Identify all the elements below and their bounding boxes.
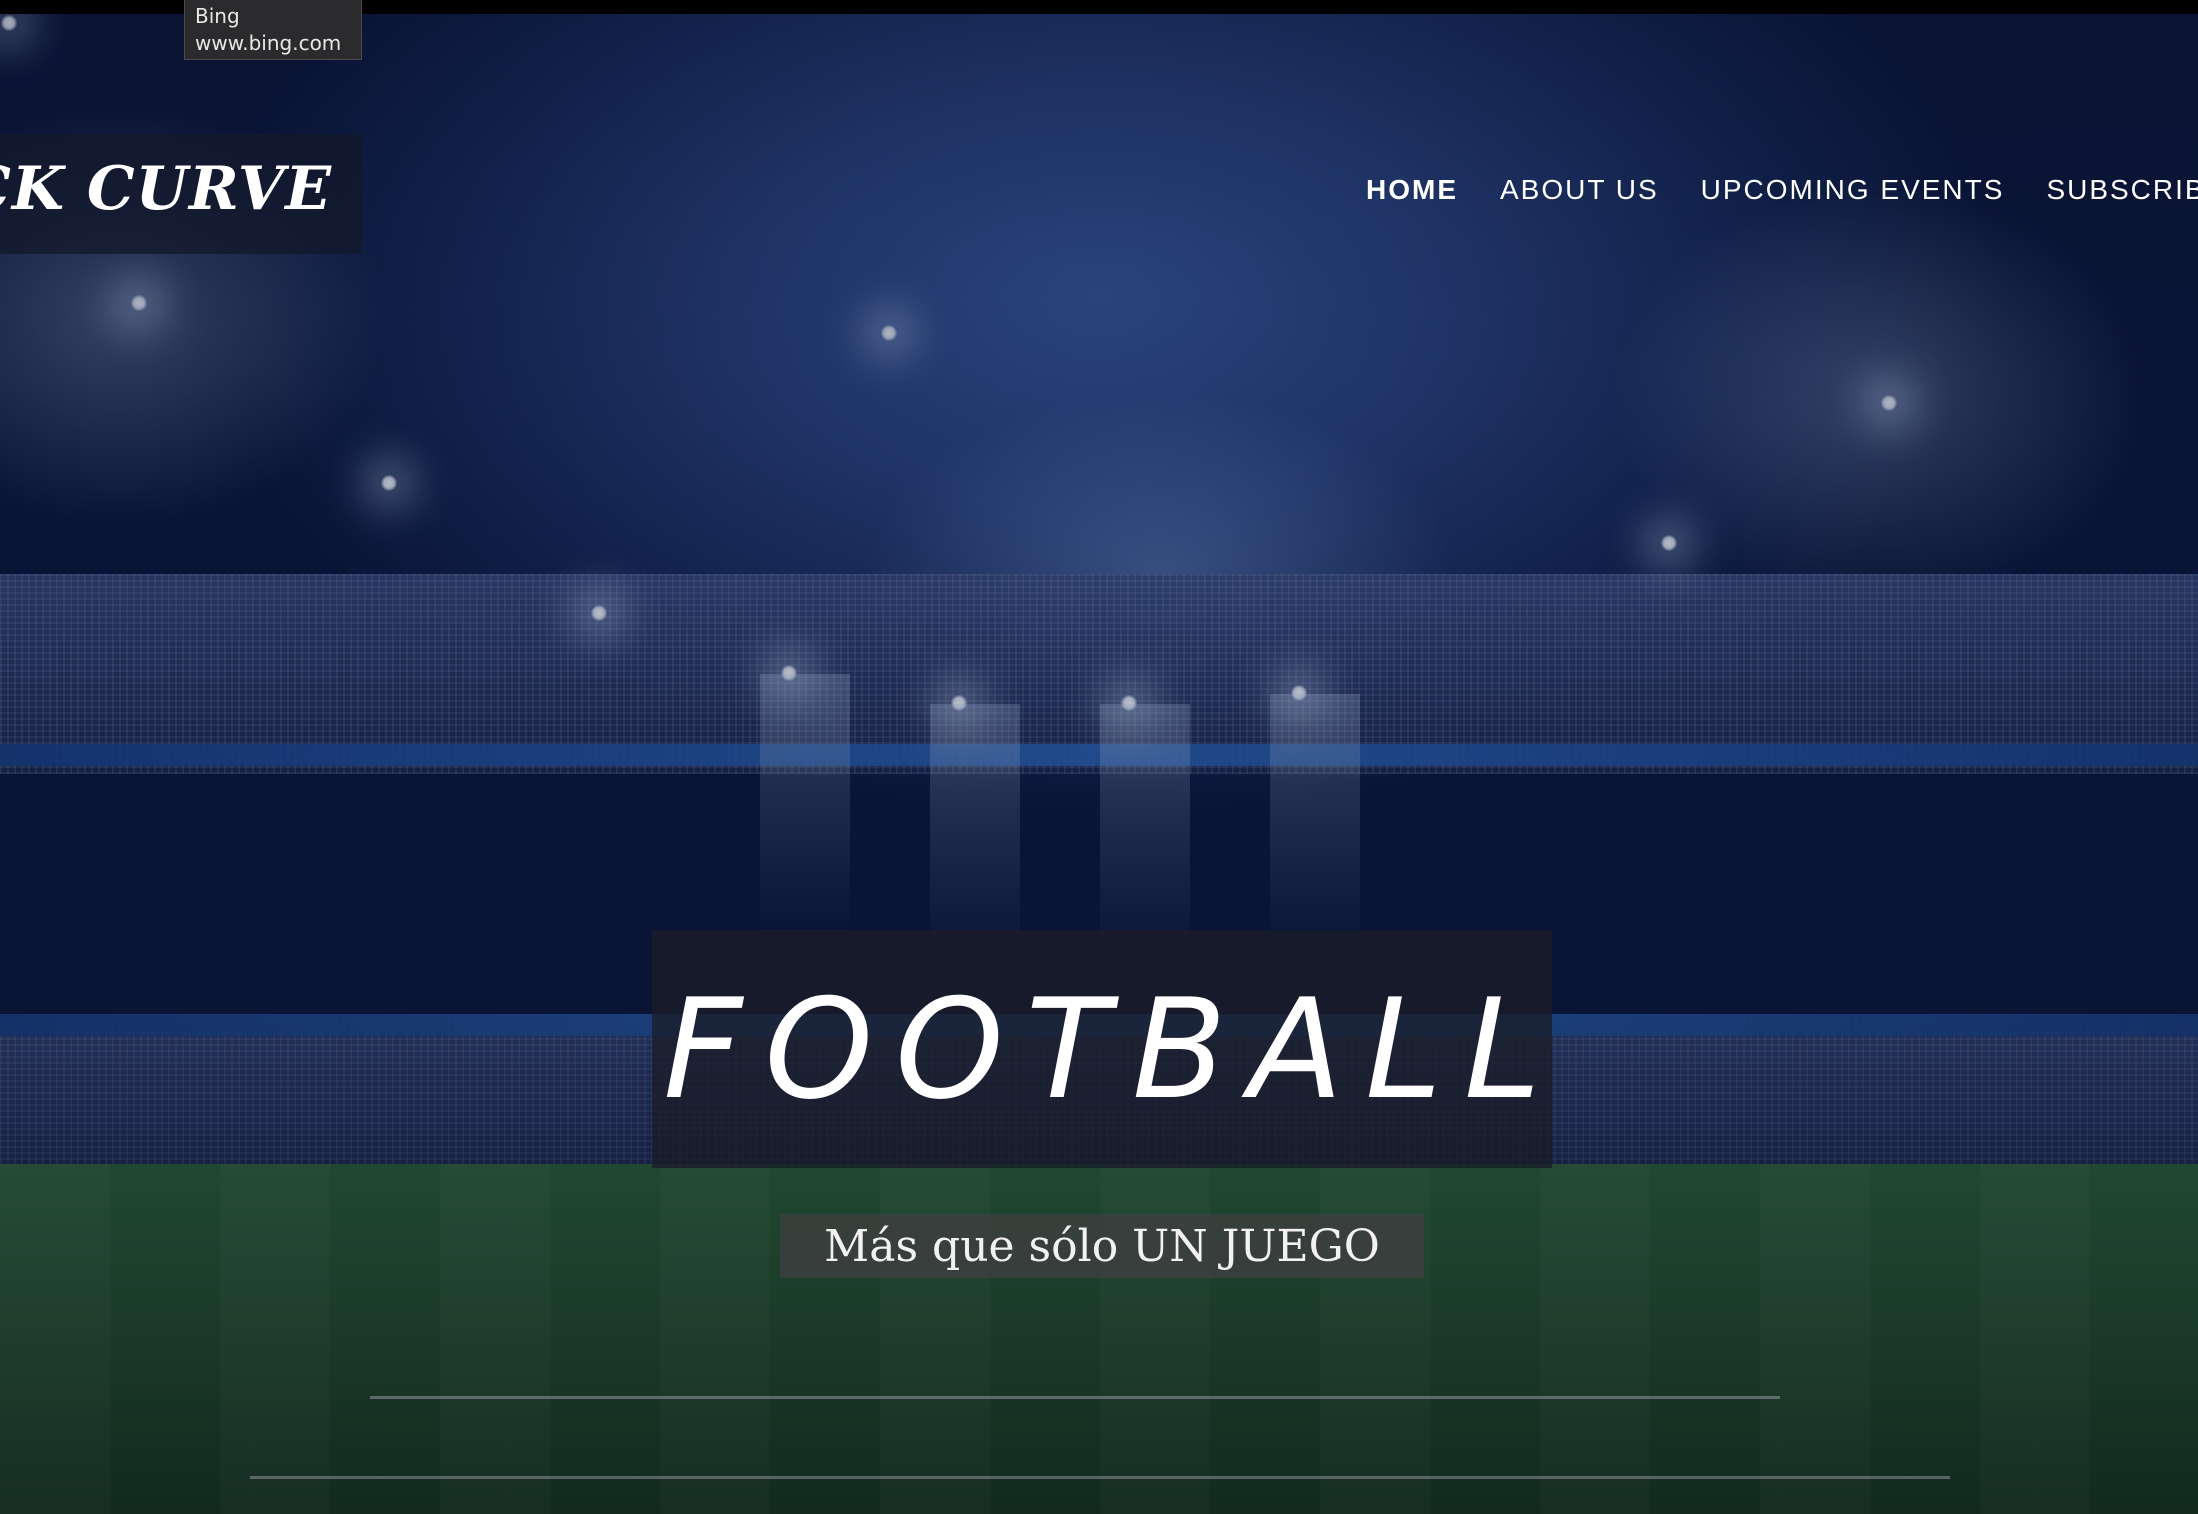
link-tooltip: Bing www.bing.com (184, 0, 362, 60)
site-logo-text: ICK CURVE (0, 154, 332, 224)
hero-title-box: FOOTBALL (652, 930, 1552, 1168)
site-logo[interactable]: ICK CURVE (0, 134, 362, 254)
main-nav: HOME ABOUT US UPCOMING EVENTS SUBSCRIBE … (1366, 174, 2198, 206)
nav-about-us[interactable]: ABOUT US (1500, 174, 1659, 206)
hero-tagline: Más que sólo UN JUEGO (824, 1220, 1380, 1272)
hero-title: FOOTBALL (663, 968, 1563, 1130)
nav-home[interactable]: HOME (1366, 174, 1458, 206)
nav-upcoming-events[interactable]: UPCOMING EVENTS (1701, 174, 2005, 206)
hero-tagline-box: Más que sólo UN JUEGO (780, 1214, 1424, 1278)
tooltip-url: www.bing.com (195, 31, 342, 55)
nav-subscribe[interactable]: SUBSCRIBE U (2046, 174, 2198, 206)
tooltip-title: Bing (195, 4, 240, 28)
page: Bing www.bing.com ICK CURVE HOME AB (0, 0, 2198, 1514)
